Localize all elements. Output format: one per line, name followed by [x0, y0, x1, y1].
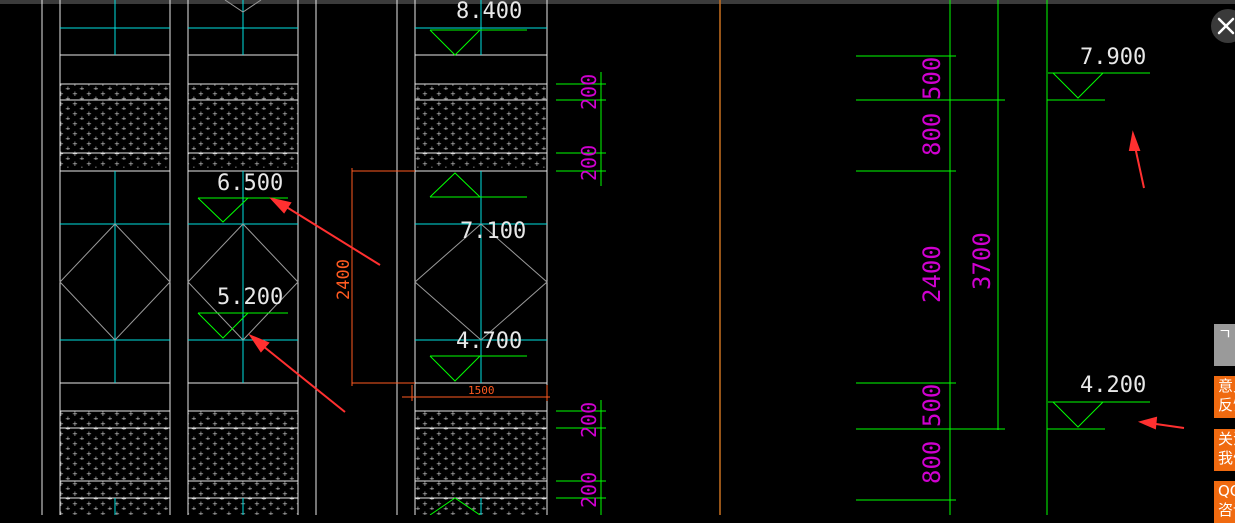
elevation-5200: 5.200: [217, 285, 283, 310]
dim-2400-red: 2400: [334, 259, 354, 300]
feedback-label: 意见反馈: [1218, 377, 1235, 414]
dimension-chain-200: [556, 72, 606, 515]
elevation-7900: 7.900: [1080, 45, 1146, 70]
follow-label: 关注我们: [1218, 430, 1235, 467]
dim-2400: 2400: [918, 245, 946, 303]
elevation-8400: 8.400: [456, 0, 522, 24]
scroll-top-label: ㄱ: [1218, 325, 1232, 343]
dim-200-d: 200: [577, 472, 601, 508]
right-dimension-labels: 500 800 2400 3700 500 800: [918, 57, 996, 484]
dim-3700: 3700: [968, 232, 996, 290]
scroll-top-button[interactable]: ㄱ: [1214, 324, 1235, 366]
elevation-7100: 7.100: [460, 219, 526, 244]
close-icon: [1217, 17, 1235, 35]
measure-dimension-red: [351, 168, 550, 401]
dim-200-c: 200: [577, 402, 601, 438]
dimension-200-labels: 200 200 200 200: [577, 74, 601, 508]
window-diamonds: [59, 0, 548, 341]
follow-us-button[interactable]: 关注我们: [1214, 429, 1235, 471]
slab-bands: [60, 84, 547, 515]
elevation-4200: 4.200: [1080, 373, 1146, 398]
dim-500-a: 500: [918, 57, 946, 100]
cad-drawing-canvas[interactable]: + +: [0, 0, 1235, 515]
qq-label: QQ咨询: [1218, 482, 1235, 519]
elevation-4700: 4.700: [456, 329, 522, 354]
elevation-labels: 8.400 6.500 5.200 7.100 4.700 7.900 4.20…: [217, 0, 1146, 398]
dim-200-b: 200: [577, 145, 601, 181]
annotation-arrows: [248, 130, 1185, 430]
dim-1500: 1500: [468, 384, 495, 397]
qq-consult-button[interactable]: QQ咨询: [1214, 481, 1235, 523]
elevation-6500: 6.500: [217, 171, 283, 196]
dim-800-a: 800: [918, 113, 946, 156]
dim-200-a: 200: [577, 74, 601, 110]
dim-800-b: 800: [918, 441, 946, 484]
feedback-button[interactable]: 意见反馈: [1214, 376, 1235, 418]
dim-500-b: 500: [918, 384, 946, 427]
